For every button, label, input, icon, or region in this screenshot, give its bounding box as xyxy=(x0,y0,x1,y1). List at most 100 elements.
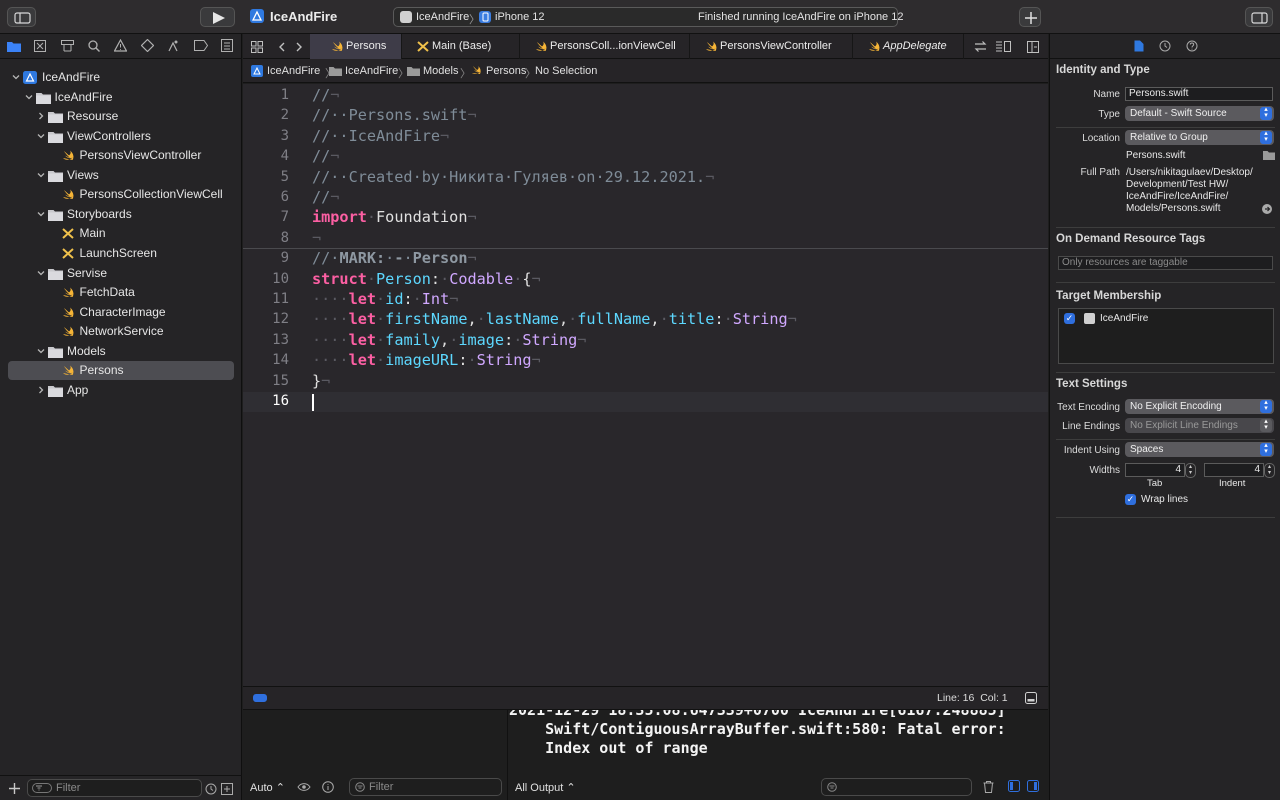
recent-files-icon[interactable] xyxy=(205,783,217,795)
tree-item[interactable]: Servise xyxy=(8,264,234,283)
disclosure-expanded-icon[interactable] xyxy=(37,171,45,179)
disclosure-expanded-icon[interactable] xyxy=(37,132,45,140)
tree-item[interactable]: ViewControllers xyxy=(8,127,234,146)
code-line[interactable]: //··Created·by·Никита·Гуляев·on·29.12.20… xyxy=(312,168,714,186)
indent-using-popup[interactable]: Spaces ▴ ▾ xyxy=(1125,442,1274,457)
code-line[interactable]: //··Persons.swift¬ xyxy=(312,106,477,124)
disclosure-expanded-icon[interactable] xyxy=(12,73,20,81)
tab-width-field[interactable]: 4 xyxy=(1125,463,1185,477)
output-selector[interactable]: All Output ⌃ xyxy=(515,781,576,794)
tree-item[interactable]: Main xyxy=(8,224,234,243)
refresh-canvas-icon[interactable] xyxy=(974,41,987,52)
console-filter-input[interactable]: Filter xyxy=(821,778,972,796)
disclosure-expanded-icon[interactable] xyxy=(25,93,33,101)
inspector-toggle-button[interactable] xyxy=(1245,7,1273,27)
test-diamond-icon[interactable] xyxy=(141,39,154,52)
code-line[interactable]: //¬ xyxy=(312,147,339,165)
code-line[interactable]: ····let·family,·image:·String¬ xyxy=(312,331,586,349)
search-icon[interactable] xyxy=(88,40,100,52)
device-name[interactable]: iPhone 12 xyxy=(495,11,545,23)
show-variables-icon[interactable] xyxy=(1008,780,1020,792)
hide-debug-area-icon[interactable] xyxy=(1025,692,1037,704)
wrap-lines-checkbox[interactable]: ✓ xyxy=(1125,494,1136,505)
breakpoint-icon[interactable] xyxy=(194,40,208,51)
breadcrumb-selection[interactable]: No Selection xyxy=(535,65,597,77)
odr-tags-field[interactable]: Only resources are taggable xyxy=(1058,256,1273,270)
code-line[interactable]: ¬ xyxy=(312,229,321,247)
editor-tab[interactable]: Persons xyxy=(310,34,402,59)
debug-spray-icon[interactable] xyxy=(167,39,180,52)
code-line[interactable]: //¬ xyxy=(312,188,339,206)
type-popup[interactable]: Default - Swift Source ▴ ▾ xyxy=(1125,106,1274,121)
navigator-toggle-button[interactable] xyxy=(7,7,36,27)
tree-item[interactable]: Persons xyxy=(8,361,234,381)
disclosure-expanded-icon[interactable] xyxy=(37,269,45,277)
tree-item[interactable]: IceAndFire xyxy=(8,88,234,107)
tree-item[interactable]: Storyboards xyxy=(8,205,234,224)
location-popup[interactable]: Relative to Group ▴ ▾ xyxy=(1125,130,1274,145)
show-console-icon[interactable] xyxy=(1027,780,1039,792)
folder-nav-icon[interactable] xyxy=(7,40,21,52)
disclosure-expanded-icon[interactable] xyxy=(37,210,45,218)
tree-item[interactable]: CharacterImage xyxy=(8,303,234,322)
navigator-filter-input[interactable]: Filter xyxy=(27,779,202,797)
disclosure-collapsed-icon[interactable] xyxy=(37,386,45,394)
warning-icon[interactable] xyxy=(114,39,127,52)
report-icon[interactable] xyxy=(221,39,233,52)
library-button[interactable] xyxy=(1019,7,1041,27)
breadcrumb-file[interactable]: Persons xyxy=(486,65,526,77)
disclosure-collapsed-icon[interactable] xyxy=(37,112,45,120)
reveal-in-finder-icon[interactable] xyxy=(1262,204,1272,214)
auto-selector[interactable]: Auto ⌃ xyxy=(250,781,285,794)
tree-item[interactable]: PersonsViewController xyxy=(8,146,234,165)
history-icon[interactable] xyxy=(1159,40,1171,52)
folder-icon[interactable] xyxy=(1263,150,1275,160)
run-button[interactable] xyxy=(200,7,235,27)
code-line[interactable]: ····let·id:·Int¬ xyxy=(312,290,458,308)
related-items-icon[interactable] xyxy=(251,41,263,53)
eye-icon[interactable] xyxy=(297,782,311,792)
add-icon[interactable] xyxy=(9,783,20,794)
indent-width-field[interactable]: 4 xyxy=(1204,463,1264,477)
breadcrumb-group[interactable]: IceAndFire xyxy=(345,65,398,77)
forward-icon[interactable] xyxy=(295,42,303,52)
tree-item[interactable]: App xyxy=(8,381,234,400)
info-icon[interactable] xyxy=(322,781,334,793)
code-line[interactable]: import·Foundation¬ xyxy=(312,208,477,226)
source-control-filter-icon[interactable] xyxy=(221,783,233,795)
tree-item[interactable]: PersonsCollectionViewCell xyxy=(8,185,234,204)
line-endings-popup[interactable]: No Explicit Line Endings ▴ ▾ xyxy=(1125,418,1274,433)
activity-view[interactable]: IceAndFire 〉 iPhone 12 Finished running … xyxy=(393,7,903,27)
back-icon[interactable] xyxy=(278,42,286,52)
indent-width-stepper[interactable]: ▴ ▾ xyxy=(1264,463,1275,478)
tree-item[interactable]: FetchData xyxy=(8,283,234,302)
tree-item[interactable]: Models xyxy=(8,342,234,361)
variables-filter-input[interactable]: Filter xyxy=(349,778,502,796)
symbol-nav-icon[interactable] xyxy=(61,40,74,52)
editor-tab[interactable]: AppDelegate xyxy=(854,34,964,59)
tree-item[interactable]: LaunchScreen xyxy=(8,244,234,263)
debug-toggle-icon[interactable] xyxy=(253,694,267,702)
editor-tab[interactable]: Main (Base) xyxy=(403,34,520,59)
editor-tab[interactable]: PersonsViewController xyxy=(691,34,853,59)
code-line[interactable]: ····let·firstName,·lastName,·fullName,·t… xyxy=(312,310,797,328)
encoding-popup[interactable]: No Explicit Encoding ▴ ▾ xyxy=(1125,399,1274,414)
source-editor[interactable]: 1//¬ 2//··Persons.swift¬ 3//··IceAndFire¬ 4… xyxy=(243,84,1048,686)
source-control-nav-icon[interactable] xyxy=(34,40,46,52)
code-line[interactable]: ····let·imageURL:·String¬ xyxy=(312,351,541,369)
breadcrumb-project[interactable]: IceAndFire xyxy=(267,65,320,77)
split-editor-icon[interactable] xyxy=(1027,41,1039,53)
editor-tab[interactable]: PersonsColl...ionViewCell xyxy=(521,34,690,59)
tree-item[interactable]: IceAndFire xyxy=(8,68,234,87)
tree-item[interactable]: Views xyxy=(8,166,234,185)
code-line[interactable]: }¬ xyxy=(312,372,330,390)
breadcrumb-models[interactable]: Models xyxy=(423,65,458,77)
code-line[interactable]: //··IceAndFire¬ xyxy=(312,127,449,145)
scheme-name[interactable]: IceAndFire xyxy=(416,11,469,23)
code-line[interactable]: struct·Person:·Codable·{¬ xyxy=(312,270,541,288)
tree-item[interactable]: NetworkService xyxy=(8,322,234,341)
target-checkbox[interactable]: ✓ xyxy=(1064,313,1075,324)
name-field[interactable]: Persons.swift xyxy=(1125,87,1273,101)
file-inspector-icon[interactable] xyxy=(1134,40,1144,52)
code-line[interactable]: //¬ xyxy=(312,86,339,104)
